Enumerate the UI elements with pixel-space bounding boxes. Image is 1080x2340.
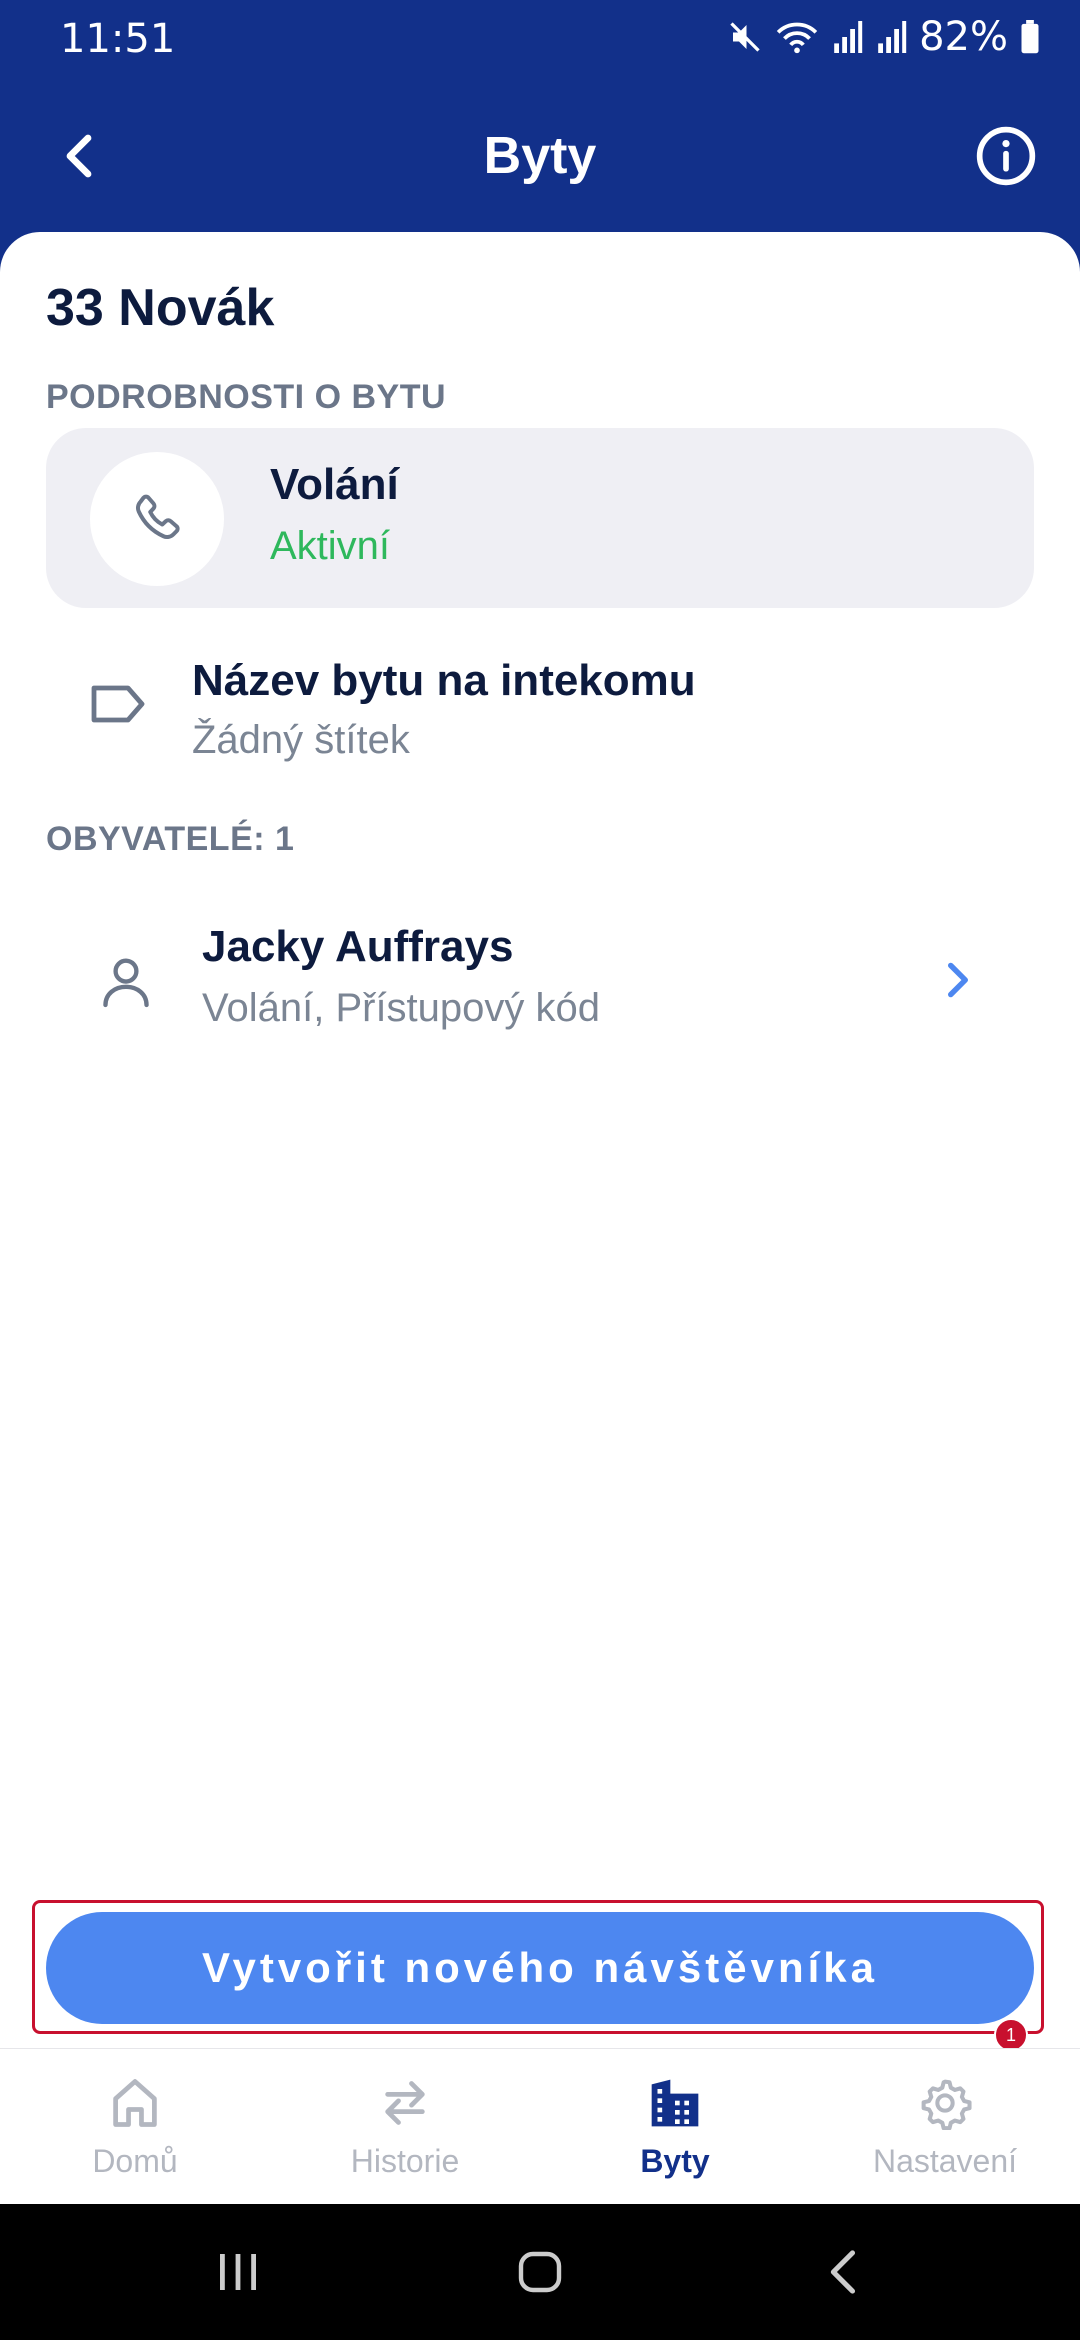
nav-label-history: Historie xyxy=(350,2143,460,2179)
phone-icon xyxy=(135,494,180,540)
status-bar: 11:51 82% xyxy=(0,0,1080,80)
wifi-icon xyxy=(776,22,818,54)
status-time: 11:51 xyxy=(60,16,176,62)
chevron-right-icon xyxy=(938,956,978,1004)
recent-apps-icon xyxy=(220,2254,256,2290)
create-visitor-button[interactable]: Vytvořit nového návštěvníka xyxy=(46,1912,1034,2024)
resident-detail: Volání, Přístupový kód xyxy=(202,986,601,1030)
status-icons: 82% xyxy=(727,14,1040,60)
call-icon-circle xyxy=(90,452,224,586)
intercom-label-title: Název bytu na intekomu xyxy=(192,656,696,705)
resident-name: Jacky Auffrays xyxy=(202,922,514,971)
details-section-label: PODROBNOSTI O BYTU xyxy=(46,378,447,416)
home-button[interactable] xyxy=(508,2246,572,2298)
tag-icon xyxy=(86,672,150,736)
mute-icon xyxy=(730,22,760,52)
highlight-badge: 1 xyxy=(994,2018,1028,2052)
nav-label-apartments: Byty xyxy=(640,2143,710,2179)
chevron-left-icon xyxy=(830,2250,856,2294)
call-title: Volání xyxy=(270,460,399,509)
bottom-nav: Domů Historie Byty Nastavení xyxy=(0,2048,1080,2204)
info-circle-icon xyxy=(976,126,1036,186)
resident-row[interactable]: Jacky Auffrays Volání, Přístupový kód xyxy=(46,902,1034,1062)
battery-icon xyxy=(1021,20,1039,54)
intercom-label-value: Žádný štítek xyxy=(192,718,410,762)
nav-label-settings: Nastavení xyxy=(872,2143,1018,2179)
intercom-label-row[interactable]: Název bytu na intekomu Žádný štítek xyxy=(46,632,1034,772)
signal-icon-2 xyxy=(878,21,907,53)
call-status: Aktivní xyxy=(270,524,391,568)
building-icon xyxy=(643,2071,707,2135)
nav-item-history[interactable]: Historie xyxy=(270,2049,540,2204)
signal-icon xyxy=(834,21,863,53)
nav-item-apartments[interactable]: Byty xyxy=(540,2049,810,2204)
page-title: Byty xyxy=(483,127,597,185)
nav-label-home: Domů xyxy=(92,2143,178,2179)
nav-item-home[interactable]: Domů xyxy=(0,2049,270,2204)
residents-section-label: OBYVATELÉ: 1 xyxy=(46,820,295,858)
content-sheet: 33 Novák PODROBNOSTI O BYTU Volání Aktiv… xyxy=(0,232,1080,2048)
gear-icon xyxy=(913,2071,977,2135)
home-icon xyxy=(103,2071,167,2135)
arrows-swap-icon xyxy=(373,2071,437,2135)
apartment-title: 33 Novák xyxy=(46,279,275,337)
battery-percent: 82% xyxy=(919,14,1008,60)
home-circle-icon xyxy=(518,2251,562,2293)
person-icon xyxy=(94,950,158,1014)
call-setting-card[interactable]: Volání Aktivní xyxy=(46,428,1034,608)
info-button[interactable] xyxy=(970,120,1042,192)
app-header: Byty xyxy=(0,80,1080,232)
recent-apps-button[interactable] xyxy=(206,2246,270,2298)
system-nav-bar xyxy=(0,2204,1080,2340)
system-back-button[interactable] xyxy=(812,2246,876,2298)
nav-item-settings[interactable]: Nastavení xyxy=(810,2049,1080,2204)
